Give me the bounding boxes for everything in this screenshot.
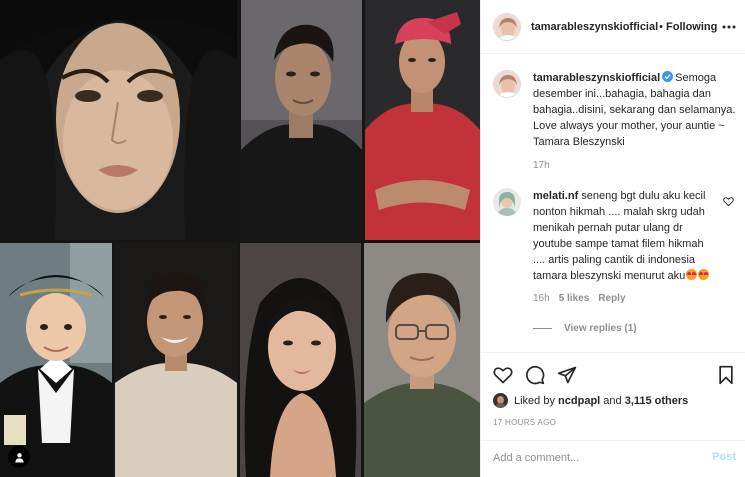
commenter-username[interactable]: melati.nf — [533, 190, 578, 202]
comment-input[interactable] — [493, 450, 693, 466]
photo-boy-pirate-costume — [0, 243, 112, 477]
caption-time[interactable]: 17h — [533, 160, 736, 171]
post-timestamp[interactable]: 17 HOURS AGO — [493, 418, 556, 427]
add-comment-bar: Post — [481, 440, 745, 475]
comment-likes[interactable]: 5 likes — [559, 293, 590, 304]
share-icon[interactable] — [557, 365, 577, 385]
heart-eyes-emoji — [698, 269, 710, 280]
post-actions: Liked by ncdpapl and 3,115 others 17 HOU… — [481, 352, 745, 474]
heart-icon[interactable] — [493, 365, 513, 385]
photo-man-black-shirt — [241, 0, 362, 240]
more-options-icon[interactable] — [722, 20, 736, 34]
liked-by-user[interactable]: ncdpapl — [558, 395, 600, 407]
comment-item: melati.nf seneng bgt dulu aku kecil nont… — [493, 188, 736, 334]
bookmark-icon[interactable] — [716, 365, 736, 385]
post-caption: tamarableszynskiofficial Semoga desember … — [493, 70, 736, 171]
likes-count[interactable]: 3,115 others — [625, 395, 689, 407]
following-button[interactable]: Following — [666, 21, 717, 33]
header-separator: • — [659, 20, 664, 33]
photo-young-woman — [240, 243, 361, 477]
photo-teen-with-glasses — [364, 243, 480, 477]
likes-summary: Liked by ncdpapl and 3,115 others — [493, 393, 688, 408]
person-tag-icon[interactable] — [8, 446, 30, 468]
author-username[interactable]: tamarableszynskiofficial — [531, 21, 658, 33]
liker-avatar[interactable] — [493, 393, 508, 408]
heart-eyes-emoji — [686, 269, 698, 280]
caption-avatar[interactable] — [493, 70, 521, 98]
comments-area[interactable]: tamarableszynskiofficial Semoga desember … — [481, 55, 745, 352]
view-replies-label: View replies (1) — [564, 323, 637, 334]
caption-username[interactable]: tamarableszynskiofficial — [533, 72, 660, 84]
author-avatar[interactable] — [493, 12, 521, 41]
post-comment-button[interactable]: Post — [712, 451, 736, 463]
liked-by-conjunction: and — [603, 394, 622, 407]
comment-like-icon[interactable] — [723, 196, 734, 207]
view-replies-button[interactable]: View replies (1) — [533, 323, 736, 334]
commenter-avatar[interactable] — [493, 188, 521, 216]
liked-by-prefix: Liked by — [514, 394, 555, 407]
comment-text: seneng bgt dulu aku kecil nonton hikmah … — [533, 190, 706, 282]
post-header: tamarableszynskiofficial • Following — [481, 0, 745, 54]
photo-smiling-man — [115, 243, 237, 477]
reply-button[interactable]: Reply — [598, 293, 625, 304]
photo-young-man-red-cap — [365, 0, 480, 240]
comment-icon[interactable] — [525, 365, 545, 385]
post-image-collage[interactable] — [0, 0, 480, 477]
replies-line — [533, 328, 552, 329]
photo-woman-headscarf — [0, 0, 237, 240]
post-sidebar: tamarableszynskiofficial • Following tam… — [480, 0, 745, 477]
comment-time[interactable]: 16h — [533, 293, 550, 304]
verified-badge-icon — [662, 71, 674, 82]
